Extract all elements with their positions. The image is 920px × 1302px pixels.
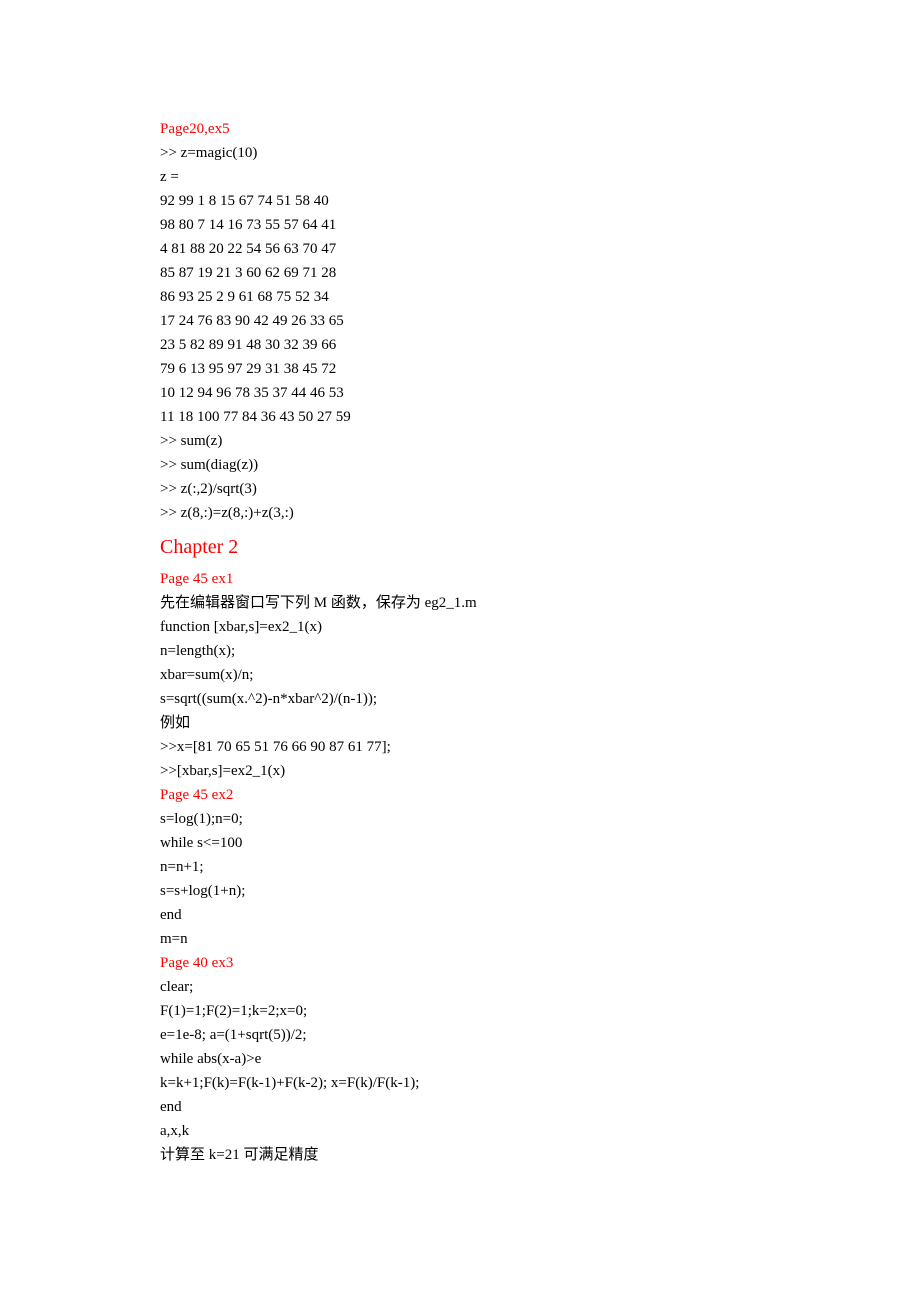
section-heading-p45ex2: Page 45 ex2 xyxy=(160,783,760,807)
code-line: s=sqrt((sum(x.^2)-n*xbar^2)/(n-1)); xyxy=(160,687,760,711)
code-line: s=log(1);n=0; xyxy=(160,807,760,831)
code-line: >> z(8,:)=z(8,:)+z(3,:) xyxy=(160,501,760,525)
section-heading-p40ex3: Page 40 ex3 xyxy=(160,951,760,975)
code-line: n=length(x); xyxy=(160,639,760,663)
code-line: end xyxy=(160,1095,760,1119)
code-line: 计算至 k=21 可满足精度 xyxy=(160,1143,760,1167)
chapter-heading: Chapter 2 xyxy=(160,531,760,563)
code-line: xbar=sum(x)/n; xyxy=(160,663,760,687)
code-line: a,x,k xyxy=(160,1119,760,1143)
code-line: >>[xbar,s]=ex2_1(x) xyxy=(160,759,760,783)
code-line: k=k+1;F(k)=F(k-1)+F(k-2); x=F(k)/F(k-1); xyxy=(160,1071,760,1095)
code-line: 86 93 25 2 9 61 68 75 52 34 xyxy=(160,285,760,309)
document-page: Page20,ex5 >> z=magic(10) z = 92 99 1 8 … xyxy=(0,0,920,1302)
code-line: F(1)=1;F(2)=1;k=2;x=0; xyxy=(160,999,760,1023)
code-line: 10 12 94 96 78 35 37 44 46 53 xyxy=(160,381,760,405)
code-line: s=s+log(1+n); xyxy=(160,879,760,903)
code-line: >> sum(diag(z)) xyxy=(160,453,760,477)
code-line: 79 6 13 95 97 29 31 38 45 72 xyxy=(160,357,760,381)
code-line: >> sum(z) xyxy=(160,429,760,453)
code-line: 98 80 7 14 16 73 55 57 64 41 xyxy=(160,213,760,237)
section-heading-p45ex1: Page 45 ex1 xyxy=(160,567,760,591)
code-line: while abs(x-a)>e xyxy=(160,1047,760,1071)
code-line: >> z=magic(10) xyxy=(160,141,760,165)
code-line: 4 81 88 20 22 54 56 63 70 47 xyxy=(160,237,760,261)
code-line: 85 87 19 21 3 60 62 69 71 28 xyxy=(160,261,760,285)
code-line: 11 18 100 77 84 36 43 50 27 59 xyxy=(160,405,760,429)
section-heading-ex5: Page20,ex5 xyxy=(160,117,760,141)
code-line: 23 5 82 89 91 48 30 32 39 66 xyxy=(160,333,760,357)
code-line: n=n+1; xyxy=(160,855,760,879)
code-line: m=n xyxy=(160,927,760,951)
code-line: 先在编辑器窗口写下列 M 函数，保存为 eg2_1.m xyxy=(160,591,760,615)
code-line: e=1e-8; a=(1+sqrt(5))/2; xyxy=(160,1023,760,1047)
code-line: >> z(:,2)/sqrt(3) xyxy=(160,477,760,501)
code-line: 92 99 1 8 15 67 74 51 58 40 xyxy=(160,189,760,213)
code-line: 例如 xyxy=(160,711,760,735)
code-line: >>x=[81 70 65 51 76 66 90 87 61 77]; xyxy=(160,735,760,759)
code-line: function [xbar,s]=ex2_1(x) xyxy=(160,615,760,639)
code-line: end xyxy=(160,903,760,927)
code-line: z = xyxy=(160,165,760,189)
code-line: while s<=100 xyxy=(160,831,760,855)
code-line: 17 24 76 83 90 42 49 26 33 65 xyxy=(160,309,760,333)
code-line: clear; xyxy=(160,975,760,999)
